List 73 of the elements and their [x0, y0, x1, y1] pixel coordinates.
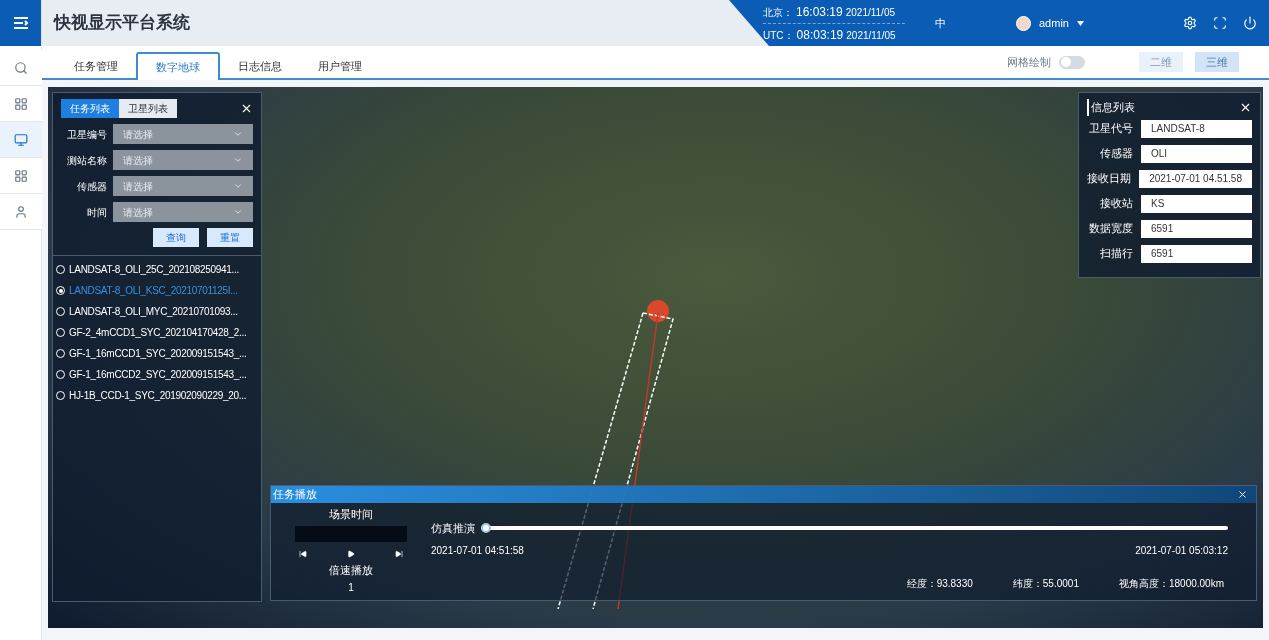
info-value: 6591	[1141, 244, 1252, 263]
sidebar-item[interactable]	[0, 86, 42, 122]
info-value: OLI	[1141, 144, 1252, 163]
filter-label: 卫星编号	[66, 127, 107, 142]
filter-label: 测站名称	[66, 153, 107, 168]
end-time: 2021-07-01 05:03:12	[1135, 543, 1228, 558]
view-mode-button[interactable]: 三维	[1195, 52, 1239, 72]
sidebar-item[interactable]	[0, 158, 42, 194]
speed-label: 倍速播放	[329, 562, 373, 578]
tab[interactable]: 任务管理	[56, 52, 136, 80]
play-icon[interactable]	[347, 549, 355, 558]
beijing-label: 北京：	[763, 5, 793, 20]
search-icon	[14, 60, 28, 75]
info-value: LANDSAT-8	[1141, 119, 1252, 138]
beijing-time: 16:03:19	[796, 3, 843, 21]
simulation-label: 仿真推演	[431, 521, 475, 536]
grid-icon	[14, 96, 28, 111]
info-value: 6591	[1141, 219, 1252, 238]
menu-icon	[12, 16, 29, 30]
info-label: 扫描行	[1099, 246, 1133, 262]
menu-button[interactable]	[0, 0, 41, 46]
avatar	[1016, 15, 1031, 31]
panel-title: 任务播放	[273, 487, 317, 503]
info-label: 接收站	[1099, 196, 1133, 212]
power-icon[interactable]	[1243, 16, 1257, 30]
skip-forward-icon[interactable]	[395, 549, 403, 558]
language-label: 中	[935, 15, 946, 31]
info-label: 传感器	[1099, 146, 1133, 162]
tab[interactable]: 用户管理	[300, 52, 380, 80]
grid-icon	[14, 168, 28, 183]
coordinate-readout: 经度：93.8330	[906, 576, 973, 591]
slider-thumb[interactable]	[481, 523, 491, 534]
user-icon	[14, 204, 28, 219]
filter-label: 传感器	[76, 179, 107, 194]
beijing-date: 2021/11/05	[845, 5, 896, 20]
coordinate-readout: 视角高度：18000.00km	[1118, 576, 1224, 591]
tab[interactable]: 日志信息	[220, 52, 300, 80]
speed-value: 1	[348, 581, 354, 595]
close-icon[interactable]	[240, 102, 253, 115]
utc-time: 08:03:19	[796, 26, 844, 44]
app-title: 快视显示平台系统	[54, 12, 190, 35]
fullscreen-icon[interactable]	[1213, 16, 1227, 30]
sidebar-item[interactable]	[0, 122, 42, 158]
panel-button[interactable]: 重置	[207, 228, 253, 247]
close-icon[interactable]	[1237, 489, 1248, 500]
filter-label: 时间	[86, 205, 107, 220]
skip-back-icon[interactable]	[299, 549, 307, 558]
panel-tab[interactable]: 卫星列表	[119, 99, 177, 118]
chevron-icon	[233, 129, 243, 139]
utc-date: 2021/11/05	[846, 28, 896, 43]
utc-label: UTC：	[763, 28, 794, 43]
user-menu[interactable]: admin	[1039, 14, 1084, 32]
chevron-icon	[233, 207, 243, 217]
info-label: 数据宽度	[1088, 221, 1133, 237]
scene-time-label: 场景时间	[329, 507, 373, 522]
info-value: KS	[1141, 194, 1252, 213]
panel-title: 信息列表	[1087, 99, 1135, 116]
grid-toggle-label: 网格绘制	[1007, 54, 1051, 70]
panel-button[interactable]: 查询	[153, 228, 199, 247]
info-label: 接收日期	[1087, 171, 1132, 187]
info-label: 卫星代号	[1088, 121, 1133, 137]
info-value: 2021-07-01 04.51.58	[1139, 169, 1252, 188]
panel-tab[interactable]: 任务列表	[61, 99, 119, 118]
start-time: 2021-07-01 04:51:58	[431, 543, 524, 558]
chevron-icon	[233, 181, 243, 191]
chevron-icon	[233, 155, 243, 165]
settings-icon[interactable]	[1183, 16, 1197, 30]
coordinate-readout: 纬度：55.0001	[1012, 576, 1079, 591]
monitor-icon	[14, 132, 28, 147]
tab[interactable]: 数字地球	[136, 52, 220, 80]
caret-icon	[1076, 20, 1084, 26]
timeline-slider[interactable]	[481, 523, 1228, 534]
grid-toggle[interactable]	[1059, 55, 1085, 69]
